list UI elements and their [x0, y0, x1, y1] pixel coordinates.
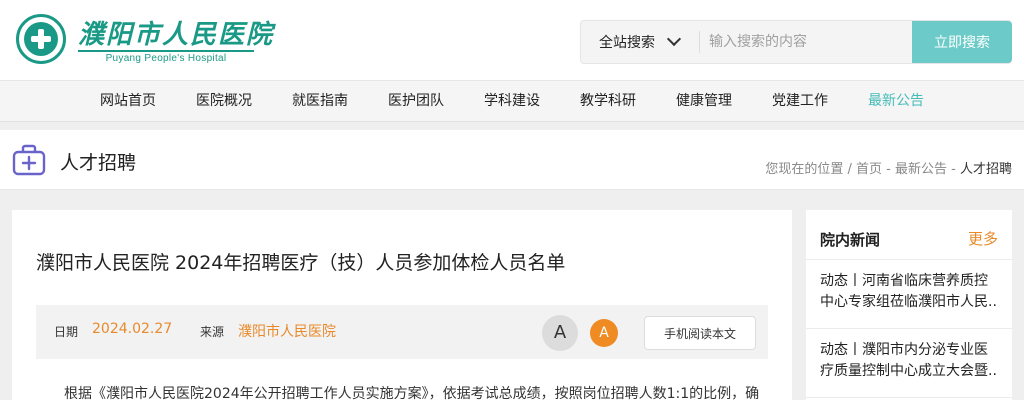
nav-item-team[interactable]: 医护团队 [388, 81, 444, 121]
search-scope-label: 全站搜索 [599, 35, 655, 51]
hospital-emblem-icon [16, 14, 66, 64]
source-label: 来源 [200, 325, 225, 339]
article-meta-bar: 日期 2024.02.27 来源 濮阳市人民医院 A A 手机阅读本文 [36, 305, 768, 359]
nav-item-home[interactable]: 网站首页 [100, 81, 156, 121]
breadcrumb-home[interactable]: 首页 [856, 162, 882, 177]
mobile-read-button[interactable]: 手机阅读本文 [644, 316, 756, 350]
breadcrumb-section[interactable]: 最新公告 [895, 162, 947, 177]
sidebar-header: 院内新闻 更多 [806, 210, 1012, 260]
news-sidebar: 院内新闻 更多 动态丨河南省临床营养质控 中心专家组莅临濮阳市人民... 动态丨… [806, 210, 1012, 400]
nav-item-guide[interactable]: 就医指南 [292, 81, 348, 121]
hospital-logo[interactable]: 濮阳市人民医院 Puyang People's Hospital [16, 14, 272, 68]
news-item-line: 中心专家组莅临濮阳市人民... [820, 294, 998, 310]
news-item-line: 疗质量控制中心成立大会暨... [820, 363, 998, 379]
search-bar: 全站搜索 立即搜索 [580, 20, 1012, 64]
page-title: 人才招聘 [60, 152, 137, 174]
nav-item-notices[interactable]: 最新公告 [868, 81, 924, 121]
breadcrumb-current: 人才招聘 [959, 162, 1012, 177]
sidebar-more-link[interactable]: 更多 [968, 228, 998, 249]
news-item-line: 动态丨濮阳市内分泌专业医 [820, 342, 988, 358]
font-size-large-button[interactable]: A [542, 315, 578, 351]
article-card: 濮阳市人民医院 2024年招聘医疗（技）人员参加体检人员名单 日期 2024.0… [12, 210, 792, 400]
article-body: 根据《濮阳市人民医院2024年公开招聘工作人员实施方案》，依据考试总成绩，按照岗… [64, 386, 760, 400]
nav-item-discipline[interactable]: 学科建设 [484, 81, 540, 121]
logo-name-chinese: 濮阳市人民医院 [78, 20, 275, 50]
font-size-small-button[interactable]: A [590, 319, 618, 347]
article-source: 濮阳市人民医院 [238, 324, 336, 340]
search-input[interactable] [709, 27, 899, 57]
page-title-bar: 人才招聘 您现在的位置 / 首页 - 最新公告 - 人才招聘 [0, 130, 1024, 190]
news-item[interactable]: 动态丨河南省临床营养质控 中心专家组莅临濮阳市人民... [806, 261, 1012, 329]
article-title: 濮阳市人民医院 2024年招聘医疗（技）人员参加体检人员名单 [36, 252, 566, 274]
sidebar-title: 院内新闻 [820, 231, 881, 249]
site-header: 濮阳市人民医院 Puyang People's Hospital 全站搜索 立即… [0, 0, 1024, 81]
main-nav: 网站首页 医院概况 就医指南 医护团队 学科建设 教学科研 健康管理 党建工作 … [0, 81, 1024, 122]
chevron-down-icon [666, 31, 682, 47]
news-item[interactable]: 动态丨濮阳市内分泌专业医 疗质量控制中心成立大会暨... [806, 330, 1012, 398]
breadcrumb-prefix: 您现在的位置 [765, 162, 844, 177]
search-divider [699, 31, 700, 53]
article-date: 2024.02.27 [92, 321, 173, 337]
date-label: 日期 [54, 325, 79, 339]
news-item-line: 动态丨河南省临床营养质控 [820, 273, 988, 289]
logo-name-english: Puyang People's Hospital [78, 50, 254, 64]
nav-item-research[interactable]: 教学科研 [580, 81, 636, 121]
search-button[interactable]: 立即搜索 [912, 21, 1012, 63]
nav-item-party[interactable]: 党建工作 [772, 81, 828, 121]
search-scope-select[interactable]: 全站搜索 [581, 21, 699, 63]
nav-item-health[interactable]: 健康管理 [676, 81, 732, 121]
medical-kit-icon [12, 144, 46, 176]
nav-item-overview[interactable]: 医院概况 [196, 81, 252, 121]
breadcrumb: 您现在的位置 / 首页 - 最新公告 - 人才招聘 [765, 162, 1012, 177]
